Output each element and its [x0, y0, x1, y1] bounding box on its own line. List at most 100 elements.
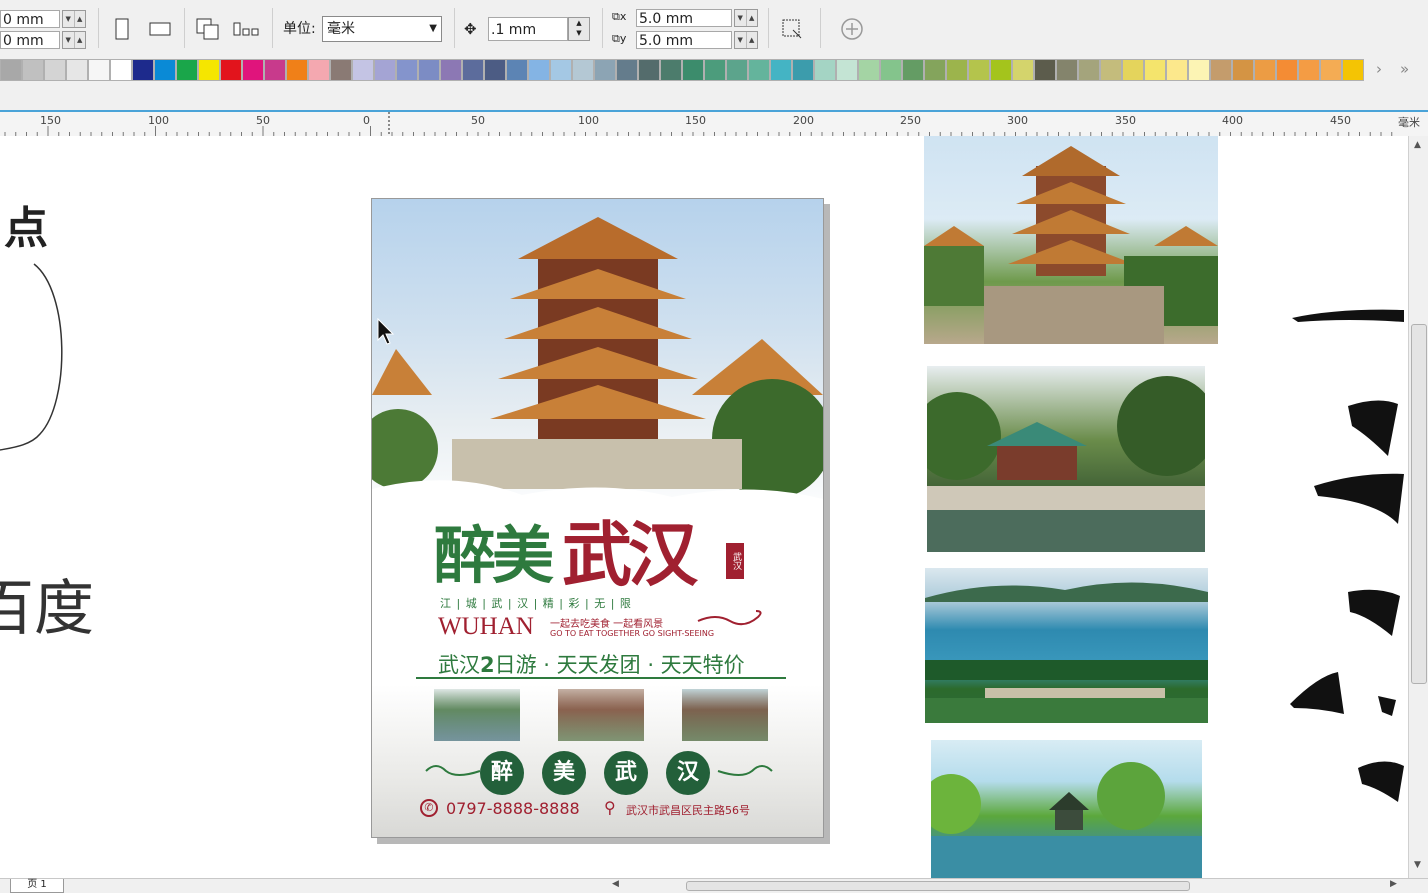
- color-swatch[interactable]: [1188, 59, 1210, 81]
- color-swatch[interactable]: [330, 59, 352, 81]
- color-swatch[interactable]: [726, 59, 748, 81]
- photo-lake-pavilion[interactable]: [931, 740, 1202, 878]
- duplicate-x-spinner[interactable]: ▼ ▲: [734, 9, 758, 27]
- color-swatch[interactable]: [0, 59, 22, 81]
- color-swatch[interactable]: [110, 59, 132, 81]
- color-swatch[interactable]: [902, 59, 924, 81]
- photo-east-lake[interactable]: [925, 568, 1208, 723]
- color-swatch[interactable]: [616, 59, 638, 81]
- color-swatch[interactable]: [22, 59, 44, 81]
- color-swatch[interactable]: [770, 59, 792, 81]
- color-swatch[interactable]: [704, 59, 726, 81]
- color-swatch[interactable]: [1100, 59, 1122, 81]
- color-swatch[interactable]: [1232, 59, 1254, 81]
- color-swatch[interactable]: [1166, 59, 1188, 81]
- landscape-orientation-button[interactable]: [146, 12, 174, 46]
- color-swatch[interactable]: [176, 59, 198, 81]
- color-swatch[interactable]: [946, 59, 968, 81]
- color-swatch[interactable]: [1342, 59, 1364, 81]
- horizontal-scrollbar[interactable]: 页 1 ◀ ▶: [0, 878, 1428, 893]
- width-spinner[interactable]: ▼ ▲: [62, 10, 86, 28]
- color-swatch[interactable]: [1144, 59, 1166, 81]
- poster-slogan-small: 江 | 城 | 武 | 汉 | 精 | 彩 | 无 | 限: [440, 597, 632, 610]
- color-swatch[interactable]: [792, 59, 814, 81]
- color-swatch[interactable]: [748, 59, 770, 81]
- color-swatch[interactable]: [418, 59, 440, 81]
- color-swatch[interactable]: [484, 59, 506, 81]
- photo-yellow-crane-tower[interactable]: [924, 136, 1218, 344]
- color-swatch[interactable]: [286, 59, 308, 81]
- unit-select[interactable]: 毫米 ▼: [322, 16, 442, 42]
- tourism-poster[interactable]: 醉美 武汉 武汉 江 | 城 | 武 | 汉 | 精 | 彩 | 无 | 限 W…: [371, 198, 824, 838]
- duplicate-y-field[interactable]: 5.0 mm: [636, 31, 732, 49]
- duplicate-y-spinner[interactable]: ▼ ▲: [734, 31, 758, 49]
- color-swatch[interactable]: [682, 59, 704, 81]
- nudge-spinner[interactable]: ▲ ▼: [568, 17, 590, 41]
- color-swatch[interactable]: [858, 59, 880, 81]
- color-swatch[interactable]: [1056, 59, 1078, 81]
- color-swatch[interactable]: [924, 59, 946, 81]
- freehand-curve[interactable]: [0, 262, 80, 462]
- canvas-text-dian[interactable]: 点: [4, 192, 48, 256]
- color-swatch[interactable]: [396, 59, 418, 81]
- color-swatch[interactable]: [1298, 59, 1320, 81]
- color-swatch[interactable]: [594, 59, 616, 81]
- color-swatch[interactable]: [264, 59, 286, 81]
- add-preset-button[interactable]: [838, 12, 866, 46]
- color-swatch[interactable]: [814, 59, 836, 81]
- scroll-up-icon[interactable]: ▲: [1414, 140, 1421, 150]
- vertical-scrollbar[interactable]: ▲ ▼: [1408, 136, 1428, 878]
- color-swatch[interactable]: [352, 59, 374, 81]
- color-swatch[interactable]: [154, 59, 176, 81]
- color-swatch[interactable]: [1276, 59, 1298, 81]
- horizontal-scroll-thumb[interactable]: [686, 881, 1190, 891]
- color-swatch[interactable]: [374, 59, 396, 81]
- color-swatch[interactable]: [242, 59, 264, 81]
- color-swatch[interactable]: [550, 59, 572, 81]
- color-swatch[interactable]: [308, 59, 330, 81]
- treat-as-filled-button[interactable]: [778, 12, 806, 46]
- object-height-field[interactable]: 0 mm: [0, 31, 60, 49]
- scroll-right-icon[interactable]: ▶: [1390, 879, 1397, 889]
- current-page-button[interactable]: [232, 12, 260, 46]
- portrait-orientation-button[interactable]: [108, 12, 136, 46]
- color-swatch[interactable]: [990, 59, 1012, 81]
- palette-expand-icon[interactable]: »: [1400, 60, 1409, 78]
- color-swatch[interactable]: [880, 59, 902, 81]
- color-swatch[interactable]: [1320, 59, 1342, 81]
- color-swatch[interactable]: [66, 59, 88, 81]
- color-swatch[interactable]: [638, 59, 660, 81]
- vertical-scroll-thumb[interactable]: [1411, 324, 1427, 684]
- palette-scroll-right-icon[interactable]: ›: [1376, 60, 1382, 78]
- all-pages-button[interactable]: [194, 12, 222, 46]
- object-width-field[interactable]: 0 mm: [0, 10, 60, 28]
- color-swatch[interactable]: [528, 59, 550, 81]
- color-swatch[interactable]: [1012, 59, 1034, 81]
- color-swatch[interactable]: [132, 59, 154, 81]
- duplicate-x-field[interactable]: 5.0 mm: [636, 9, 732, 27]
- color-swatch[interactable]: [1034, 59, 1056, 81]
- height-spinner[interactable]: ▼ ▲: [62, 31, 86, 49]
- color-swatch[interactable]: [1254, 59, 1276, 81]
- ink-brush-strokes[interactable]: [1288, 296, 1408, 816]
- color-swatch[interactable]: [1210, 59, 1232, 81]
- color-swatch[interactable]: [968, 59, 990, 81]
- color-swatch[interactable]: [88, 59, 110, 81]
- color-swatch[interactable]: [440, 59, 462, 81]
- color-swatch[interactable]: [44, 59, 66, 81]
- color-swatch[interactable]: [660, 59, 682, 81]
- color-swatch[interactable]: [462, 59, 484, 81]
- color-swatch[interactable]: [198, 59, 220, 81]
- scroll-left-icon[interactable]: ◀: [612, 879, 619, 889]
- scroll-down-icon[interactable]: ▼: [1414, 860, 1421, 870]
- color-swatch[interactable]: [1078, 59, 1100, 81]
- nudge-distance-field[interactable]: .1 mm: [488, 17, 568, 41]
- color-swatch[interactable]: [836, 59, 858, 81]
- color-swatch[interactable]: [572, 59, 594, 81]
- photo-pavilion-garden[interactable]: [927, 366, 1205, 552]
- page-tab[interactable]: 页 1: [10, 879, 64, 893]
- color-swatch[interactable]: [220, 59, 242, 81]
- color-swatch[interactable]: [1122, 59, 1144, 81]
- color-swatch[interactable]: [506, 59, 528, 81]
- canvas-text-baidu[interactable]: 百度: [0, 560, 94, 647]
